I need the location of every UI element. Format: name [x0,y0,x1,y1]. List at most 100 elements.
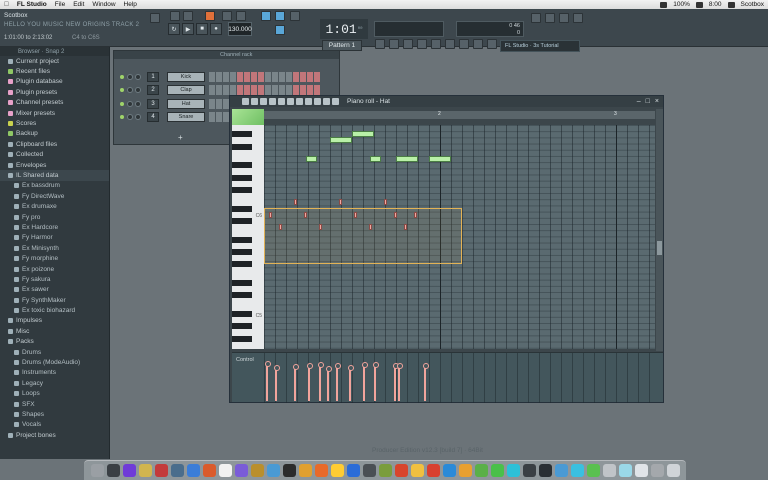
master-volume-icon[interactable] [150,13,160,23]
dock-app-icon[interactable] [618,464,632,477]
step-button[interactable] [265,85,271,95]
close-icon[interactable]: × [655,98,659,105]
minimize-icon[interactable]: – [637,98,641,105]
dock-app-icon[interactable] [538,464,552,477]
channel-name-button[interactable]: Kick [167,71,205,82]
dock-app-icon[interactable] [218,464,232,477]
browser-item[interactable]: Drums (ModeAudio) [0,357,109,367]
mixer-track-number[interactable]: 2 [147,85,159,95]
dock-app-icon[interactable] [522,464,536,477]
menu-window[interactable]: Window [92,1,115,8]
metronome-icon[interactable] [222,11,232,21]
dock-app-icon[interactable] [154,464,168,477]
browser-item[interactable]: Drums [0,347,109,357]
control-label[interactable]: Control [236,357,254,363]
selected-note[interactable] [414,211,417,218]
browser-item[interactable]: Impulses [0,316,109,326]
dock-app-icon[interactable] [410,464,424,477]
dock-app-icon[interactable] [602,464,616,477]
black-key[interactable] [232,280,252,286]
menu-icon[interactable] [242,98,249,105]
playlist-icon[interactable] [531,13,541,23]
step-button[interactable] [258,85,264,95]
step-button[interactable] [251,71,257,82]
menu-app[interactable]: FL Studio [17,1,47,8]
channel-name-button[interactable]: Snare [167,112,205,122]
dock-app-icon[interactable] [314,464,328,477]
draw-icon[interactable] [269,98,276,105]
browser-item[interactable]: Instruments [0,368,109,378]
dock-app-icon[interactable] [170,464,184,477]
black-key[interactable] [232,292,252,299]
zoom-icon[interactable] [323,98,330,105]
black-key[interactable] [232,162,252,169]
step-button[interactable] [223,71,229,82]
dock-app-icon[interactable] [554,464,568,477]
channel-row[interactable]: 1 Kick [120,71,320,82]
dock-app-icon[interactable] [490,464,504,477]
ghost-note[interactable] [369,156,381,162]
browser-item[interactable]: Fy SynthMaker [0,295,109,305]
dock-app-icon[interactable] [586,464,600,477]
mixer-track-number[interactable]: 4 [147,112,159,122]
wait-for-input-icon[interactable] [236,11,246,21]
velocity-stem[interactable] [293,363,299,401]
volume-knob[interactable] [135,114,141,120]
black-key[interactable] [232,261,252,268]
tool-4-icon[interactable] [417,39,427,49]
black-key[interactable] [232,174,252,181]
search-icon[interactable] [727,1,735,8]
mute-icon[interactable] [296,98,303,105]
selected-note[interactable] [339,199,342,206]
step-button[interactable] [209,98,215,109]
dock-app-icon[interactable] [426,464,440,477]
step-button[interactable] [251,85,257,95]
dock-app-icon[interactable] [650,464,664,477]
browser-item[interactable]: Ex Hardcore [0,222,109,232]
velocity-lane[interactable] [264,353,655,403]
browser-item[interactable]: Mixer presets [0,108,109,118]
apple-menu-icon[interactable]:  [4,1,9,8]
dock-app-icon[interactable] [138,464,152,477]
velocity-stem[interactable] [318,362,324,401]
news-panel[interactable]: FL Studio · 3s Tutorial [500,40,580,52]
dock-app-icon[interactable] [394,464,408,477]
pan-knob[interactable] [127,100,133,107]
browser-item[interactable]: IL Shared data [0,170,109,181]
browser-item[interactable]: Envelopes [0,160,109,170]
black-key[interactable] [232,335,252,342]
channel-led-icon[interactable] [120,88,124,92]
tool-3-icon[interactable] [403,39,413,49]
dock-app-icon[interactable] [506,464,520,477]
song-mode-icon[interactable] [183,11,193,21]
dock-app-icon[interactable] [442,464,456,477]
pattern-mode-icon[interactable] [170,11,180,21]
step-button[interactable] [307,71,313,82]
browser-item[interactable]: Clipboard files [0,139,109,149]
menu-help[interactable]: Help [124,1,137,8]
velocity-stem[interactable] [307,363,313,401]
menu-file[interactable]: File [55,1,65,8]
play-button[interactable]: ▶ [182,23,194,35]
browser-item[interactable]: Fy Harmor [0,233,109,243]
browser-item[interactable]: Loops [0,389,109,399]
browser-item[interactable]: Ex Minisynth [0,243,109,253]
dock-app-icon[interactable] [666,464,680,477]
browser-item[interactable]: Scores [0,118,109,128]
step-button[interactable] [244,85,250,95]
step-button[interactable] [216,98,222,109]
velocity-stem[interactable] [393,363,399,401]
black-key[interactable] [232,311,252,317]
tool-2-icon[interactable] [389,39,399,49]
step-button[interactable] [216,112,222,122]
dock-app-icon[interactable] [634,464,648,477]
tool-1-icon[interactable] [375,39,385,49]
step-button[interactable] [244,71,250,82]
browser-item[interactable]: SFX [0,399,109,409]
browser-item[interactable]: Channel presets [0,98,109,108]
channel-led-icon[interactable] [120,74,124,79]
dock-app-icon[interactable] [122,464,136,477]
selected-note[interactable] [279,224,282,231]
volume-knob[interactable] [135,73,141,80]
ghost-note[interactable] [305,156,317,162]
